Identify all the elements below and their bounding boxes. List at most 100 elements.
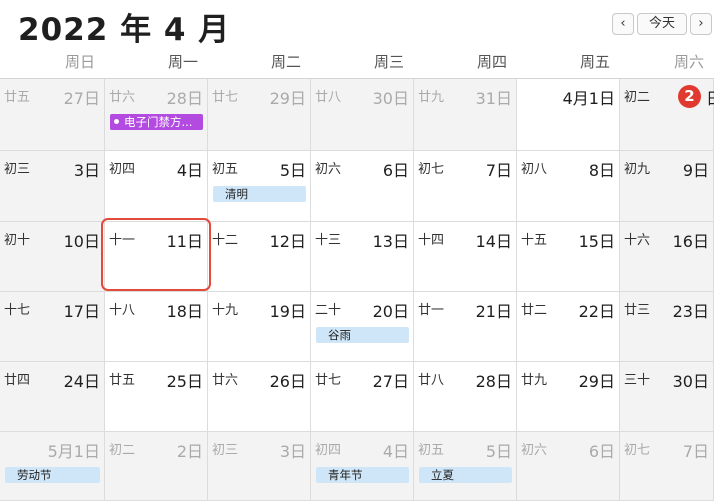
solar-date: 3日	[279, 442, 306, 461]
lunar-date: 三十	[624, 373, 651, 388]
lunar-date: 初十	[4, 233, 31, 248]
lunar-date: 初四	[315, 443, 342, 458]
day-cell[interactable]: 十二 12日	[208, 222, 311, 292]
day-cell[interactable]: 初九 9日	[620, 151, 714, 222]
solar-date: 11日	[166, 232, 203, 251]
weekday-label: 周五	[579, 53, 610, 71]
day-cell[interactable]: 十一 11日	[105, 222, 208, 292]
calendar-event[interactable]: 谷雨	[316, 327, 409, 343]
lunar-date: 初二	[109, 443, 136, 458]
day-cell[interactable]: 十七 17日	[0, 292, 105, 362]
day-cell[interactable]: 十六 16日	[620, 222, 714, 292]
day-cell[interactable]: 廿九 31日	[414, 79, 517, 151]
solar-date: 26日	[269, 372, 306, 391]
next-month-button[interactable]: ›	[690, 13, 712, 35]
day-cell[interactable]: 初十 10日	[0, 222, 105, 292]
lunar-date: 廿五	[4, 90, 31, 105]
day-cell[interactable]: 十四 14日	[414, 222, 517, 292]
day-cell[interactable]: 廿九 29日	[517, 362, 620, 432]
lunar-date: 初五	[212, 162, 239, 177]
weekday-label: 周三	[373, 53, 404, 71]
day-cell[interactable]: 初二 2日	[105, 432, 208, 501]
day-cell[interactable]: 初三 3日	[0, 151, 105, 222]
lunar-date: 初七	[624, 443, 651, 458]
day-cell[interactable]: 十八 18日	[105, 292, 208, 362]
lunar-date: 廿一	[418, 303, 445, 318]
lunar-date: 初二	[624, 90, 651, 105]
day-cell[interactable]: 十五 15日	[517, 222, 620, 292]
day-cell[interactable]: 初七 7日	[620, 432, 714, 501]
day-cell[interactable]: 廿二 22日	[517, 292, 620, 362]
lunar-date: 初五	[418, 443, 445, 458]
day-cell[interactable]: 初七 7日	[414, 151, 517, 222]
event-title: 电子门禁方...	[124, 115, 193, 129]
calendar-event[interactable]: 青年节	[316, 467, 409, 483]
event-title: 谷雨	[328, 328, 351, 342]
day-cell[interactable]: 初八 8日	[517, 151, 620, 222]
today-button[interactable]: 今天	[637, 13, 687, 35]
calendar-event[interactable]: 电子门禁方...	[110, 114, 203, 130]
lunar-date: 十七	[4, 303, 31, 318]
day-cell[interactable]: 廿五 25日	[105, 362, 208, 432]
calendar-event[interactable]: 立夏	[419, 467, 512, 483]
calendar-event[interactable]: 清明	[213, 186, 306, 202]
month-grid: 廿五 27日 廿六 28日 电子门禁方... 廿七 29日 廿八 30日 廿九 31日 4月1日 初二 2…	[0, 78, 714, 501]
day-cell[interactable]: 三十 30日	[620, 362, 714, 432]
day-cell[interactable]: 初五 5日 清明	[208, 151, 311, 222]
day-cell[interactable]: 初二 2日	[620, 79, 714, 151]
day-cell[interactable]: 廿八 30日	[311, 79, 414, 151]
solar-date: 21日	[475, 302, 512, 321]
solar-date: 30日	[672, 372, 709, 391]
solar-date: 10日	[63, 232, 100, 251]
day-cell[interactable]: 初四 4日	[105, 151, 208, 222]
month-navigation: ‹ 今天 ›	[612, 13, 712, 35]
lunar-date: 初四	[109, 162, 136, 177]
day-cell[interactable]: 初三 3日	[208, 432, 311, 501]
lunar-date: 廿八	[315, 90, 342, 105]
solar-date: 28日	[166, 89, 203, 108]
solar-date: 4月1日	[562, 89, 615, 108]
day-cell[interactable]: 4月1日	[517, 79, 620, 151]
day-cell[interactable]: 初四 4日 青年节	[311, 432, 414, 501]
day-cell[interactable]: 廿三 23日	[620, 292, 714, 362]
day-cell[interactable]: 初六 6日	[311, 151, 414, 222]
solar-date: 15日	[578, 232, 615, 251]
solar-date: 5日	[485, 442, 512, 461]
solar-date: 14日	[475, 232, 512, 251]
solar-date: 30日	[372, 89, 409, 108]
today-day-suffix: 日	[706, 85, 714, 109]
lunar-date: 廿六	[212, 373, 239, 388]
day-cell[interactable]: 十三 13日	[311, 222, 414, 292]
day-cell[interactable]: 廿七 27日	[311, 362, 414, 432]
day-cell[interactable]: 5月1日 劳动节	[0, 432, 105, 501]
day-cell[interactable]: 廿六 26日	[208, 362, 311, 432]
lunar-date: 初八	[521, 162, 548, 177]
calendar-event[interactable]: 劳动节	[5, 467, 100, 483]
previous-month-button[interactable]: ‹	[612, 13, 634, 35]
lunar-date: 初三	[212, 443, 239, 458]
solar-date: 22日	[578, 302, 615, 321]
lunar-date: 二十	[315, 303, 342, 318]
solar-date: 27日	[372, 372, 409, 391]
weekday-label: 周一	[167, 53, 198, 71]
solar-date: 19日	[269, 302, 306, 321]
day-cell[interactable]: 廿一 21日	[414, 292, 517, 362]
lunar-date: 廿四	[4, 373, 31, 388]
solar-date: 29日	[578, 372, 615, 391]
day-cell[interactable]: 廿四 24日	[0, 362, 105, 432]
day-cell[interactable]: 廿七 29日	[208, 79, 311, 151]
day-cell[interactable]: 初五 5日立夏	[414, 432, 517, 501]
solar-date: 23日	[672, 302, 709, 321]
day-cell[interactable]: 廿五 27日	[0, 79, 105, 151]
lunar-date: 十四	[418, 233, 445, 248]
solar-date: 8日	[588, 161, 615, 180]
day-cell[interactable]: 初六 6日	[517, 432, 620, 501]
day-cell[interactable]: 二十 20日 谷雨	[311, 292, 414, 362]
lunar-date: 廿七	[212, 90, 239, 105]
lunar-date: 廿六	[109, 90, 136, 105]
solar-date: 7日	[485, 161, 512, 180]
day-cell[interactable]: 廿八 28日	[414, 362, 517, 432]
day-cell[interactable]: 十九 19日	[208, 292, 311, 362]
solar-date: 28日	[475, 372, 512, 391]
day-cell[interactable]: 廿六 28日电子门禁方...	[105, 79, 208, 151]
